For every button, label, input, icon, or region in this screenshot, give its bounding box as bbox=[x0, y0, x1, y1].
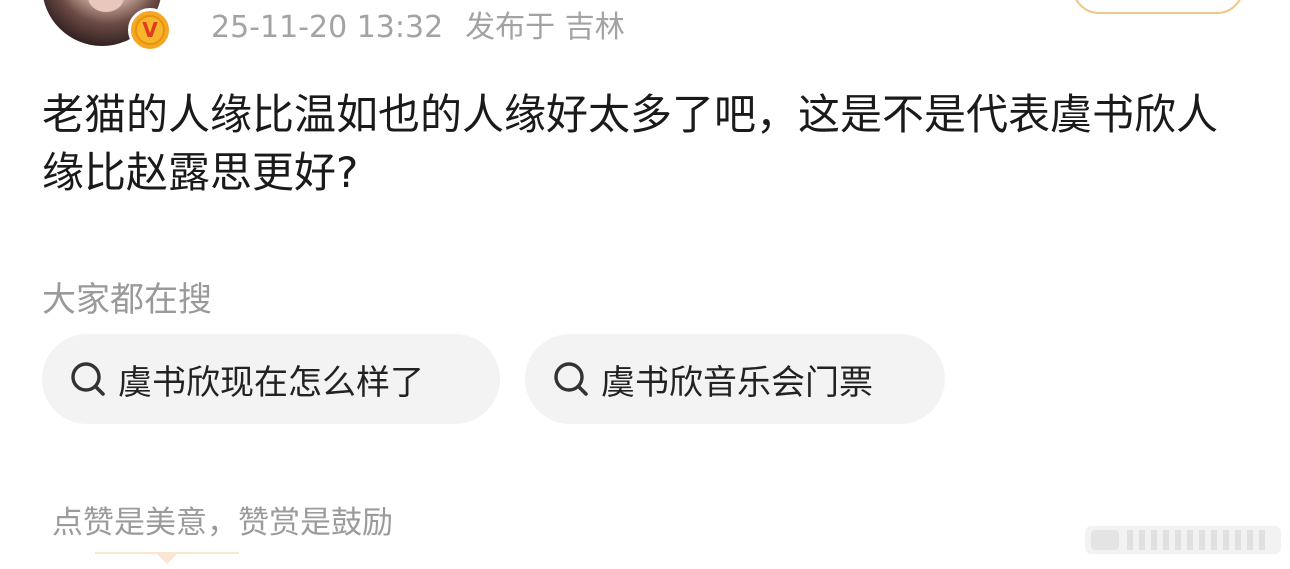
post-location: 发布于 吉林 bbox=[465, 10, 625, 45]
verified-badge-icon: V bbox=[128, 8, 172, 52]
reward-prompt: 点赞是美意，赞赏是鼓励 bbox=[52, 505, 393, 541]
watermark-logo-icon bbox=[1085, 526, 1281, 554]
trending-search-label: 虞书欣现在怎么样了 bbox=[118, 362, 424, 403]
search-icon bbox=[71, 362, 105, 396]
trending-search-chip[interactable]: 虞书欣音乐会门票 bbox=[525, 334, 945, 424]
follow-button[interactable] bbox=[1072, 0, 1244, 14]
post-meta: 25-11-20 13:32 发布于 吉林 bbox=[211, 2, 625, 46]
reward-pointer bbox=[95, 552, 239, 564]
post-content: 老猫的人缘比温如也的人缘好太多了吧，这是不是代表虞书欣人缘比赵露思更好? bbox=[42, 90, 1219, 197]
search-icon bbox=[554, 362, 588, 396]
trending-search-chip[interactable]: 虞书欣现在怎么样了 bbox=[42, 334, 500, 424]
trending-search-label: 虞书欣音乐会门票 bbox=[601, 362, 873, 403]
weibo-post-card: V 25-11-20 13:32 发布于 吉林 老猫的人缘比温如也的人缘好太多了吧… bbox=[0, 0, 1290, 569]
verified-badge-letter: V bbox=[135, 15, 165, 45]
avatar-face bbox=[88, 0, 124, 12]
post-timestamp: 25-11-20 13:32 bbox=[211, 10, 444, 45]
trending-heading: 大家都在搜 bbox=[42, 280, 212, 320]
